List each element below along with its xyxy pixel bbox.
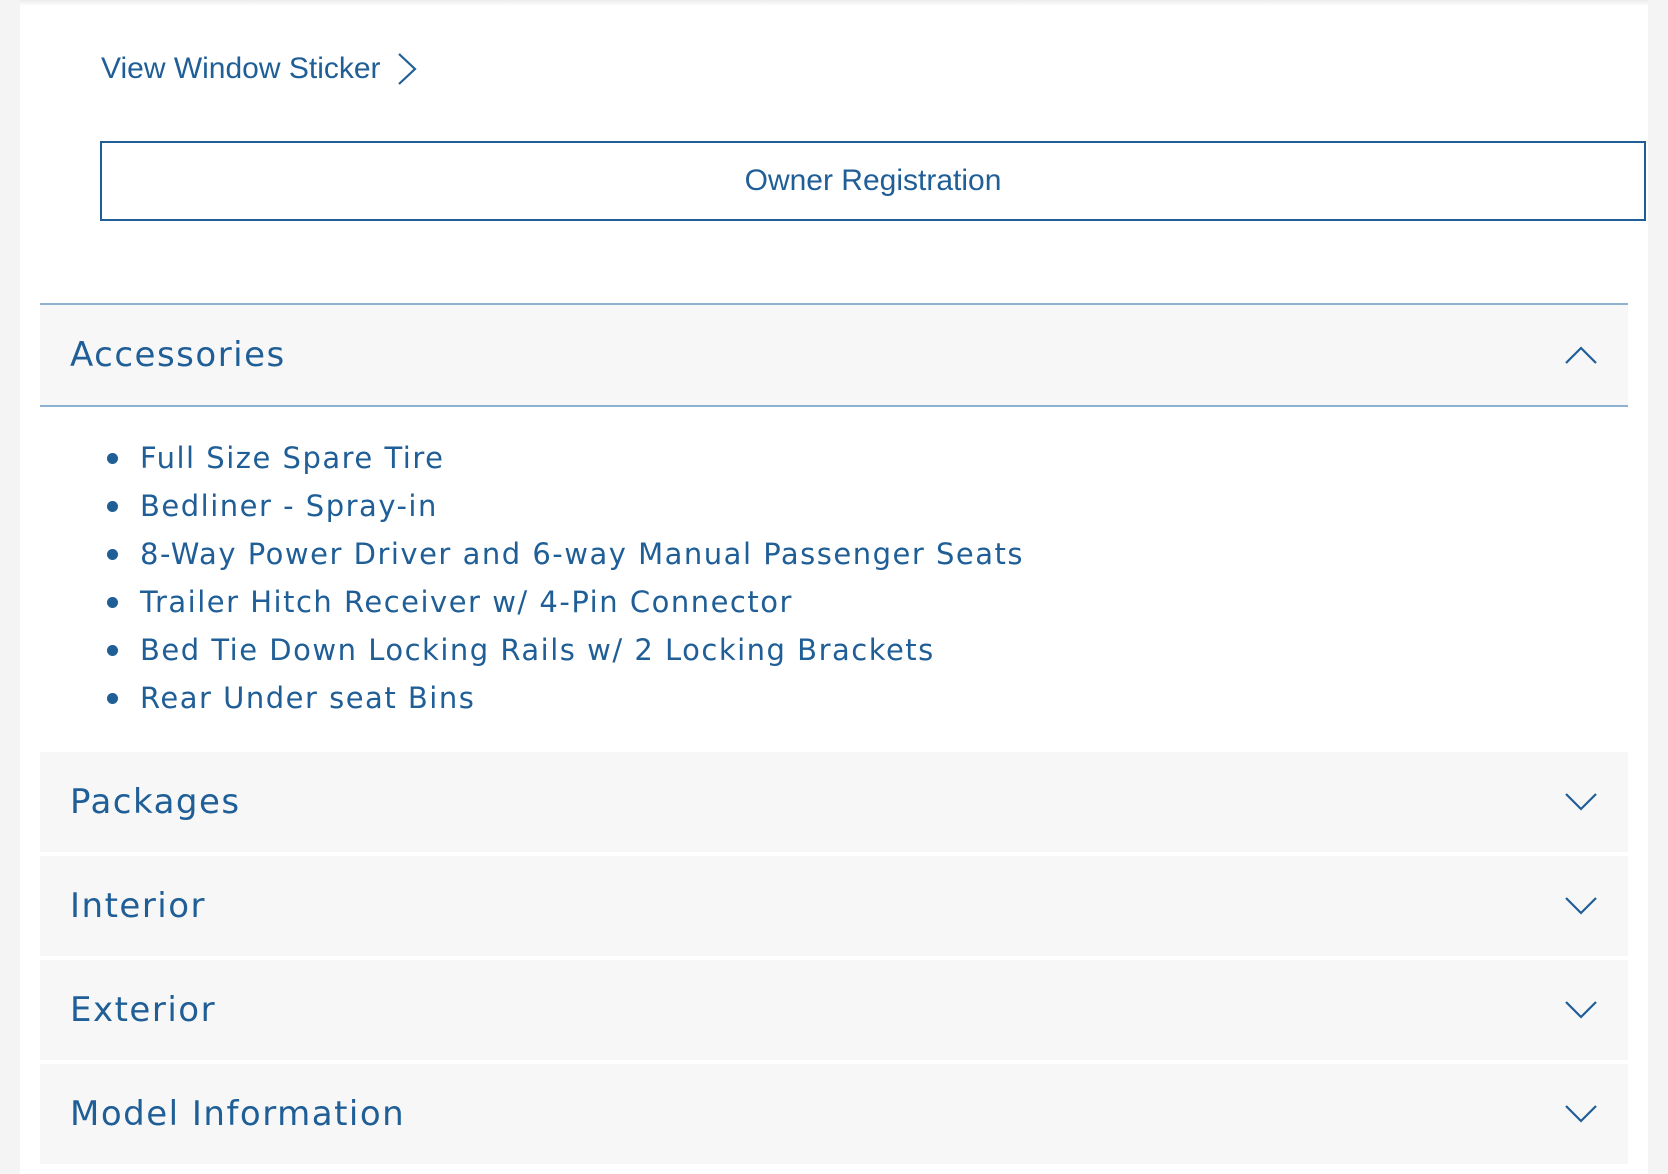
chevron-up-icon — [1565, 346, 1597, 364]
accordion-label-packages: Packages — [70, 782, 241, 822]
list-item: Full Size Spare Tire — [88, 434, 1024, 482]
list-item: 8-Way Power Driver and 6-way Manual Pass… — [88, 530, 1024, 578]
bullet-icon — [107, 549, 118, 560]
view-window-sticker-link[interactable]: View Window Sticker — [101, 44, 419, 94]
list-item-text: Trailer Hitch Receiver w/ 4-Pin Connecto… — [140, 585, 793, 619]
bullet-icon — [107, 453, 118, 464]
bullet-icon — [107, 645, 118, 656]
chevron-down-icon — [1565, 1001, 1597, 1019]
list-item-text: Bedliner - Spray-in — [140, 489, 438, 523]
bullet-icon — [107, 597, 118, 608]
accordion-header-accessories[interactable]: Accessories — [40, 303, 1628, 407]
bullet-icon — [107, 693, 118, 704]
accessories-list: Full Size Spare Tire Bedliner - Spray-in… — [88, 434, 1024, 722]
accordion-label-exterior: Exterior — [70, 990, 217, 1030]
accordion-header-exterior[interactable]: Exterior — [40, 960, 1628, 1060]
accordion-label-interior: Interior — [70, 886, 207, 926]
list-item: Bed Tie Down Locking Rails w/ 2 Locking … — [88, 626, 1024, 674]
list-item-text: 8-Way Power Driver and 6-way Manual Pass… — [140, 537, 1025, 571]
owner-registration-button[interactable]: Owner Registration — [100, 141, 1646, 221]
list-item-text: Bed Tie Down Locking Rails w/ 2 Locking … — [140, 633, 935, 667]
accordion-header-interior[interactable]: Interior — [40, 856, 1628, 956]
list-item: Trailer Hitch Receiver w/ 4-Pin Connecto… — [88, 578, 1024, 626]
chevron-right-icon — [397, 53, 417, 85]
list-item-text: Full Size Spare Tire — [140, 441, 445, 475]
top-shadow — [20, 0, 1648, 6]
list-item-text: Rear Under seat Bins — [140, 681, 476, 715]
accordion-header-packages[interactable]: Packages — [40, 752, 1628, 852]
chevron-down-icon — [1565, 793, 1597, 811]
accordion-label-accessories: Accessories — [70, 335, 286, 375]
chevron-down-icon — [1565, 897, 1597, 915]
window-sticker-label: View Window Sticker — [101, 52, 381, 85]
list-item: Rear Under seat Bins — [88, 674, 1024, 722]
list-item: Bedliner - Spray-in — [88, 482, 1024, 530]
accordion-header-model-information[interactable]: Model Information — [40, 1064, 1628, 1164]
vehicle-details-page: View Window Sticker Owner Registration A… — [20, 0, 1648, 1174]
bullet-icon — [107, 501, 118, 512]
chevron-down-icon — [1565, 1105, 1597, 1123]
accordion-label-model-information: Model Information — [70, 1094, 406, 1134]
